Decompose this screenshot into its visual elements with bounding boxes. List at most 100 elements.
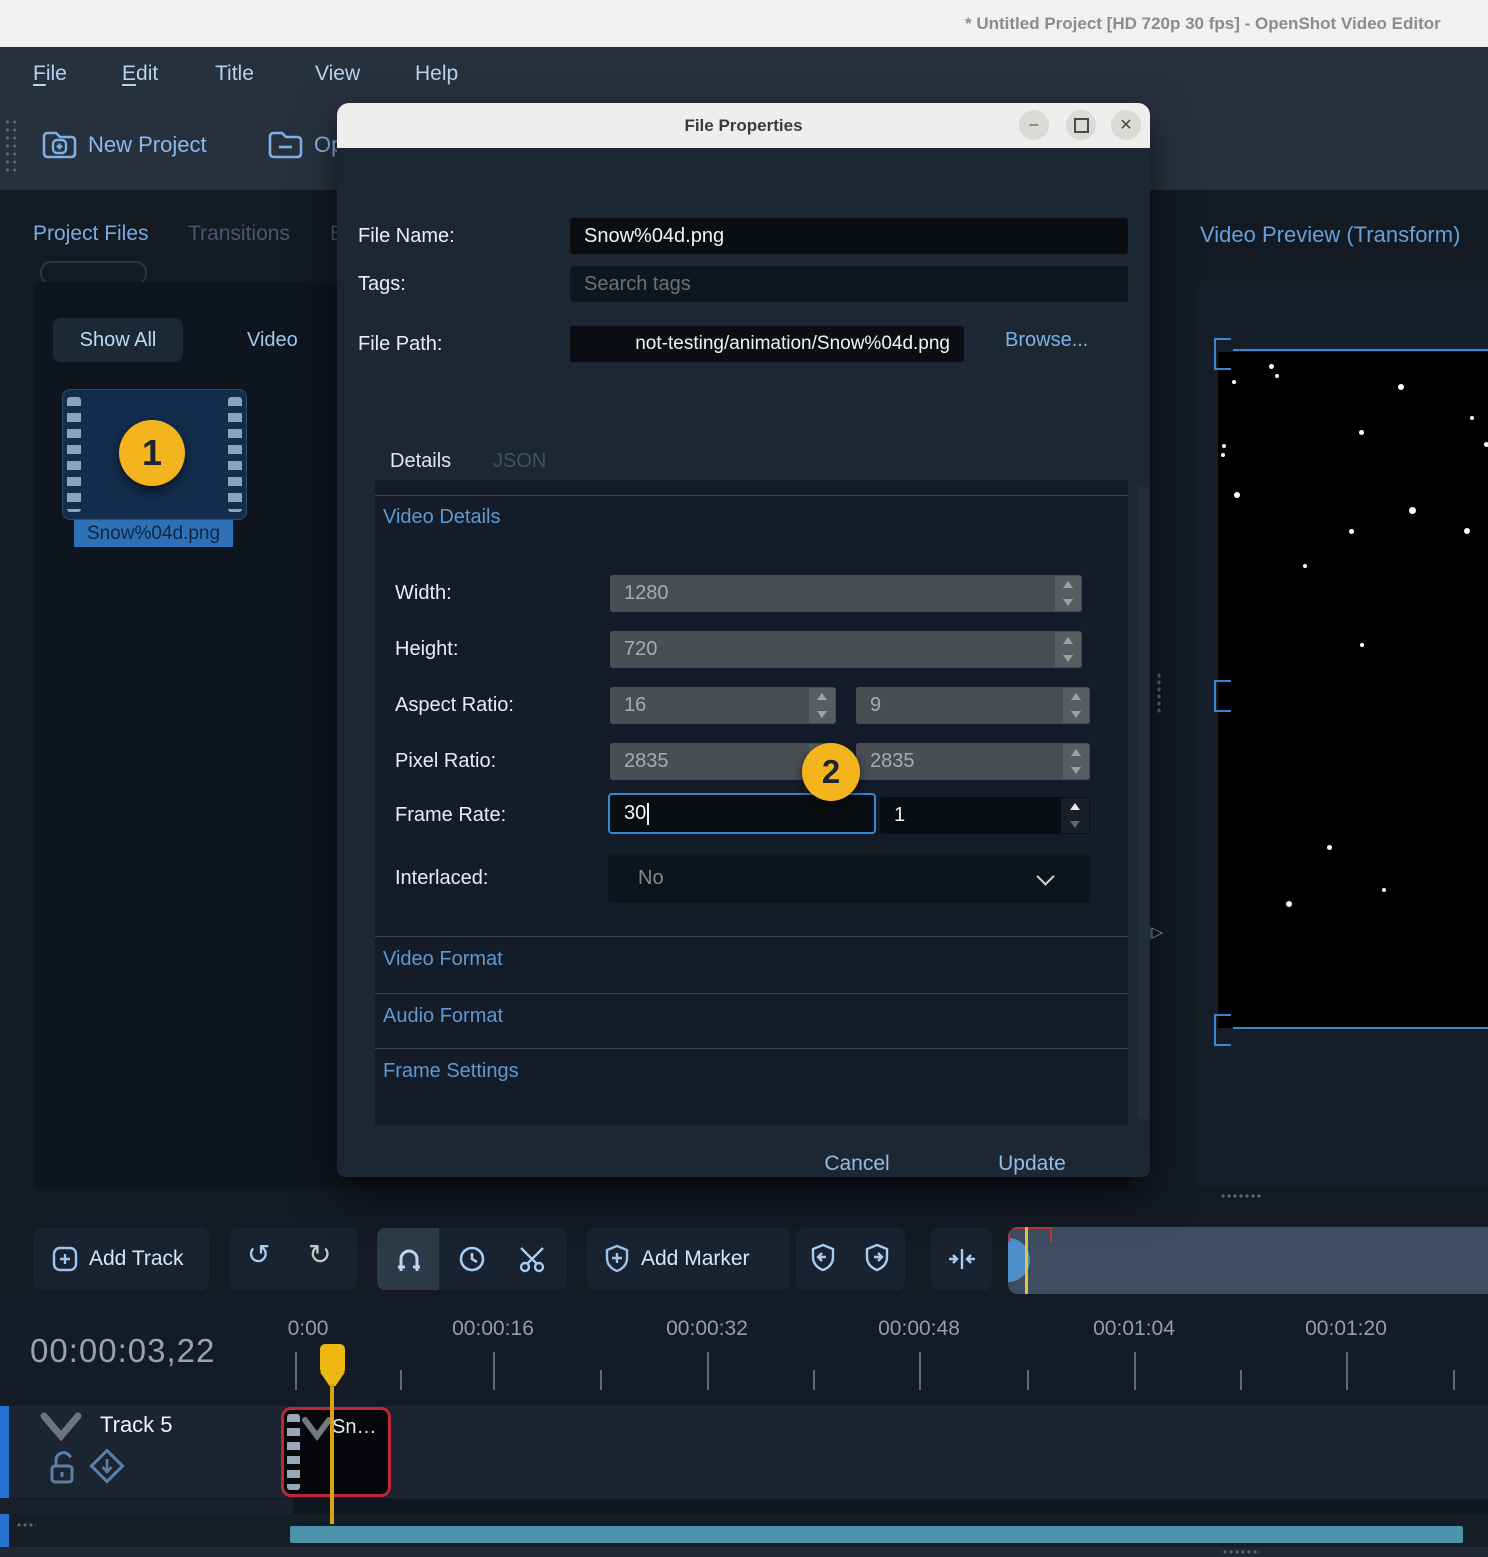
aspect-x-spinbox: 16	[610, 687, 836, 724]
transform-edge-bottom[interactable]	[1233, 1027, 1488, 1029]
timeline-horizontal-scrollbar[interactable]	[290, 1526, 1463, 1543]
aspect-x-value: 16	[624, 694, 646, 716]
clip-film-strip-icon	[287, 1414, 300, 1490]
audio-format-section[interactable]: Audio Format	[383, 1005, 503, 1028]
timeline-zoom-widget[interactable]	[1008, 1227, 1488, 1294]
dialog-titlebar[interactable]: File Properties – ✕	[337, 103, 1150, 148]
file-path-input[interactable]: not-testing/animation/Snow%04d.png	[570, 326, 964, 362]
transform-handle-top-left[interactable]	[1214, 338, 1231, 370]
playhead-timecode: 00:00:03,22	[30, 1332, 215, 1370]
new-project-button[interactable]: New Project	[40, 117, 207, 173]
splitter-grip-icon[interactable]	[1156, 672, 1162, 714]
track-color-strip	[0, 1406, 9, 1498]
snow-particle	[1409, 507, 1416, 514]
file-name-label[interactable]: Snow%04d.png	[74, 520, 233, 547]
snow-particle	[1327, 845, 1332, 850]
add-track-button[interactable]: Add Track	[33, 1228, 209, 1290]
scrollbar-grip-icon	[16, 1522, 36, 1528]
menu-title[interactable]: Title	[215, 47, 254, 100]
spinner-buttons	[1063, 744, 1089, 779]
snow-particle	[1303, 564, 1307, 568]
frame-rate-label: Frame Rate:	[395, 797, 506, 834]
track-5-row: Track 5	[0, 1406, 1488, 1498]
previous-marker-icon[interactable]	[809, 1243, 837, 1273]
add-marker-label: Add Marker	[641, 1247, 750, 1271]
clock-icon[interactable]	[457, 1244, 487, 1274]
tab-project-files[interactable]: Project Files	[33, 222, 149, 246]
menu-edit[interactable]: Edit	[122, 47, 158, 100]
add-marker-button[interactable]: Add Marker	[587, 1228, 790, 1290]
annotation-badge-2: 2	[802, 743, 860, 801]
transform-handle-bottom-left[interactable]	[1214, 1014, 1231, 1046]
toolbar-grip-icon[interactable]	[4, 118, 18, 174]
timeline-clip[interactable]: Sn…	[281, 1407, 391, 1497]
next-marker-icon[interactable]	[863, 1243, 891, 1273]
spinner-buttons	[1063, 688, 1089, 723]
frame-rate-numerator-value: 30	[624, 802, 646, 824]
bottom-resize-handle-icon[interactable]	[1222, 1549, 1260, 1555]
spinner-buttons[interactable]	[1061, 798, 1089, 833]
width-value: 1280	[624, 582, 669, 604]
menu-help[interactable]: Help	[415, 47, 458, 100]
menu-file[interactable]: File	[33, 47, 67, 100]
ruler-tick	[919, 1352, 921, 1390]
dialog-body: File Name: Snow%04d.png Tags: Search tag…	[337, 148, 1150, 1177]
snow-particle	[1470, 416, 1474, 420]
track-fade-diamond-icon[interactable]	[86, 1444, 130, 1490]
tags-field-label: Tags:	[358, 266, 406, 302]
panel-resize-handle-icon[interactable]	[1220, 1193, 1262, 1199]
ruler-tick-minor	[813, 1370, 815, 1390]
height-value: 720	[624, 638, 657, 660]
menu-view[interactable]: View	[315, 47, 360, 100]
video-details-heading: Video Details	[383, 506, 500, 529]
track-collapse-chevron-icon[interactable]	[38, 1410, 84, 1444]
unlock-icon[interactable]	[45, 1446, 81, 1490]
transform-edge-top[interactable]	[1233, 349, 1488, 351]
bottom-divider	[0, 1547, 1488, 1557]
update-button[interactable]: Update	[977, 1144, 1087, 1184]
undo-icon[interactable]: ↺	[247, 1238, 270, 1271]
ruler-tick-minor	[1027, 1370, 1029, 1390]
preview-video[interactable]	[1218, 352, 1488, 1028]
file-path-text: not-testing/animation/Snow%04d.png	[635, 326, 950, 362]
ruler-tick	[1134, 1352, 1136, 1390]
redo-icon[interactable]: ↻	[308, 1238, 331, 1271]
browse-button[interactable]: Browse...	[1005, 329, 1088, 352]
film-strip-icon	[228, 397, 242, 512]
interlaced-dropdown[interactable]: No	[608, 854, 1090, 903]
visible-region-indicator	[1008, 1227, 1052, 1242]
magnet-icon[interactable]	[394, 1243, 424, 1275]
tab-transitions[interactable]: Transitions	[188, 222, 290, 246]
file-name-input[interactable]: Snow%04d.png	[570, 218, 1128, 254]
spinner-buttons	[1055, 632, 1081, 667]
file-name-field-label: File Name:	[358, 218, 455, 254]
maximize-button[interactable]	[1066, 110, 1096, 140]
new-project-icon	[40, 128, 78, 162]
transform-handle-mid-left[interactable]	[1214, 680, 1231, 712]
cancel-button[interactable]: Cancel	[807, 1144, 907, 1184]
annotation-badge-1: 1	[119, 420, 185, 486]
tags-input[interactable]: Search tags	[570, 266, 1128, 302]
center-playhead-icon	[947, 1246, 977, 1272]
timeline-ruler[interactable]: 00:00:03,22 0:00 00:00:16 00:00:32 00:00…	[0, 1300, 1488, 1406]
close-button[interactable]: ✕	[1111, 110, 1141, 140]
ruler-label: 0:00	[288, 1317, 329, 1341]
dialog-scrollbar[interactable]	[1137, 486, 1149, 1120]
filter-video[interactable]: Video	[247, 318, 298, 362]
playhead-handle[interactable]	[320, 1344, 345, 1374]
scissors-icon[interactable]	[517, 1244, 549, 1274]
openshot-app: * Untitled Project [HD 720p 30 fps] - Op…	[0, 0, 1488, 1557]
frame-settings-section[interactable]: Frame Settings	[383, 1060, 519, 1083]
minimize-icon: –	[1030, 116, 1039, 134]
tab-json[interactable]: JSON	[493, 450, 546, 473]
file-path-field-label: File Path:	[358, 326, 442, 362]
pixel-y-spinbox: 2835	[856, 743, 1090, 780]
center-playhead-button[interactable]	[931, 1228, 992, 1290]
frame-rate-denominator-spinbox[interactable]: 1	[880, 797, 1090, 834]
video-format-section[interactable]: Video Format	[383, 948, 503, 971]
minimize-button[interactable]: –	[1019, 110, 1049, 140]
filter-show-all[interactable]: Show All	[53, 318, 183, 362]
pixel-x-value: 2835	[624, 750, 669, 772]
width-spinbox: 1280	[610, 575, 1082, 612]
tab-details[interactable]: Details	[390, 450, 451, 473]
